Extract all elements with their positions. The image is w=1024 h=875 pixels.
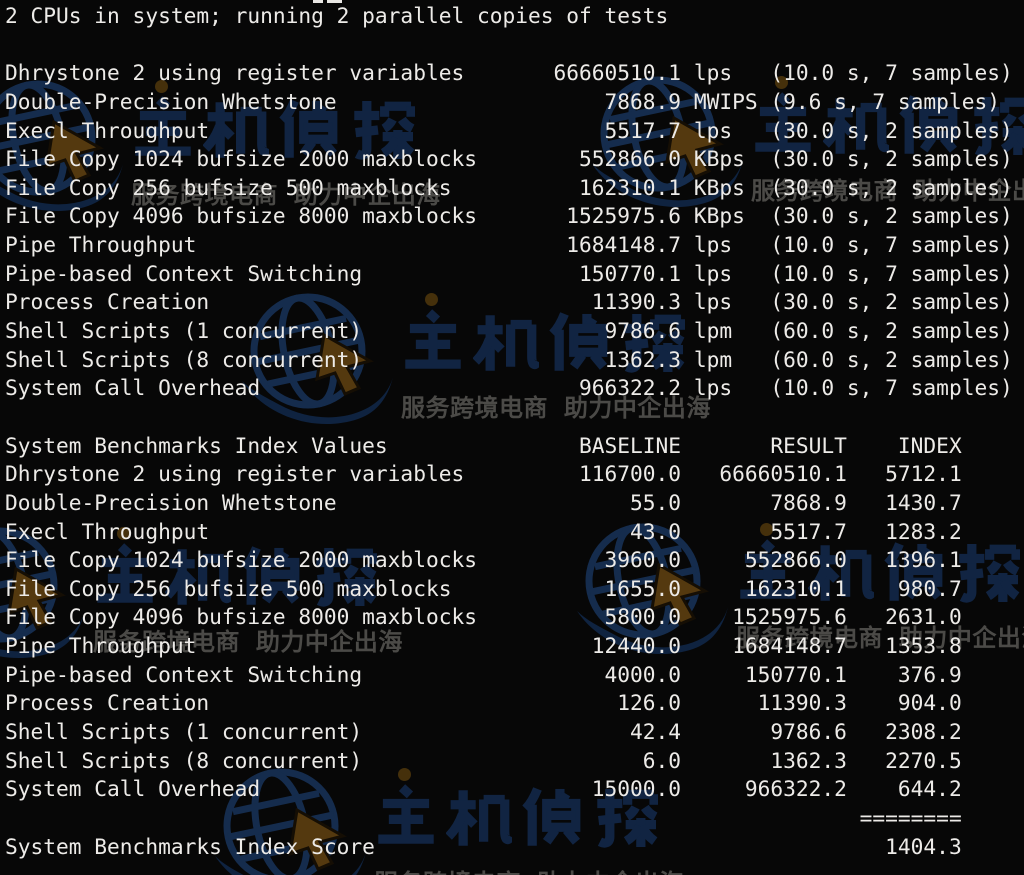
terminal-line: Dhrystone 2 using register variables 116… xyxy=(5,461,962,487)
terminal-line: Process Creation 11390.3 lps (30.0 s, 2 … xyxy=(5,289,1013,315)
terminal-line: Double-Precision Whetstone 7868.9 MWIPS … xyxy=(5,88,1000,114)
terminal-text-layer: 2 CPUs in system; running 2 parallel cop… xyxy=(5,2,1013,861)
terminal-line: Pipe Throughput 12440.0 1684148.7 1353.8 xyxy=(5,633,962,659)
terminal-line: Dhrystone 2 using register variables 666… xyxy=(5,60,1013,86)
terminal-line: Shell Scripts (1 concurrent) 9786.6 lpm … xyxy=(5,318,1013,344)
terminal-line: File Copy 1024 bufsize 2000 maxblocks 39… xyxy=(5,547,962,573)
terminal-line: Shell Scripts (8 concurrent) 1362.3 lpm … xyxy=(5,346,1013,372)
terminal-line: System Benchmarks Index Values BASELINE … xyxy=(5,432,962,458)
terminal-line: Double-Precision Whetstone 55.0 7868.9 1… xyxy=(5,489,962,515)
terminal-line: System Call Overhead 966322.2 lps (10.0 … xyxy=(5,375,1013,401)
terminal-line: File Copy 4096 bufsize 8000 maxblocks 15… xyxy=(5,203,1013,229)
truncated-line-fragment xyxy=(313,0,323,3)
terminal-screen: 主机侦探 服务跨境电商 助力中企出海 主机侦探 服务跨境电商 助力中企出海 主机… xyxy=(0,0,1024,875)
terminal-line: Execl Throughput 5517.7 lps (30.0 s, 2 s… xyxy=(5,117,1013,143)
terminal-line: Process Creation 126.0 11390.3 904.0 xyxy=(5,690,962,716)
terminal-line: Pipe Throughput 1684148.7 lps (10.0 s, 7… xyxy=(5,232,1013,258)
terminal-line: File Copy 1024 bufsize 2000 maxblocks 55… xyxy=(5,146,1013,172)
terminal-line: 2 CPUs in system; running 2 parallel cop… xyxy=(5,3,669,28)
truncated-line-fragment xyxy=(327,0,342,3)
watermark-tagline: 服务跨境电商 助力中企出海 xyxy=(374,863,684,875)
terminal-line: System Call Overhead 15000.0 966322.2 64… xyxy=(5,776,962,802)
terminal-line: Shell Scripts (1 concurrent) 42.4 9786.6… xyxy=(5,719,962,745)
terminal-line: Execl Throughput 43.0 5517.7 1283.2 xyxy=(5,518,962,544)
terminal-line: Pipe-based Context Switching 150770.1 lp… xyxy=(5,260,1013,286)
terminal-line: ======== xyxy=(5,804,962,830)
terminal-line: File Copy 4096 bufsize 8000 maxblocks 58… xyxy=(5,604,962,630)
terminal-line: File Copy 256 bufsize 500 maxblocks 1623… xyxy=(5,174,1013,200)
terminal-line: Pipe-based Context Switching 4000.0 1507… xyxy=(5,661,962,687)
terminal-line: File Copy 256 bufsize 500 maxblocks 1655… xyxy=(5,575,962,601)
terminal-line: Shell Scripts (8 concurrent) 6.0 1362.3 … xyxy=(5,747,962,773)
terminal-line: System Benchmarks Index Score 1404.3 xyxy=(5,833,962,859)
